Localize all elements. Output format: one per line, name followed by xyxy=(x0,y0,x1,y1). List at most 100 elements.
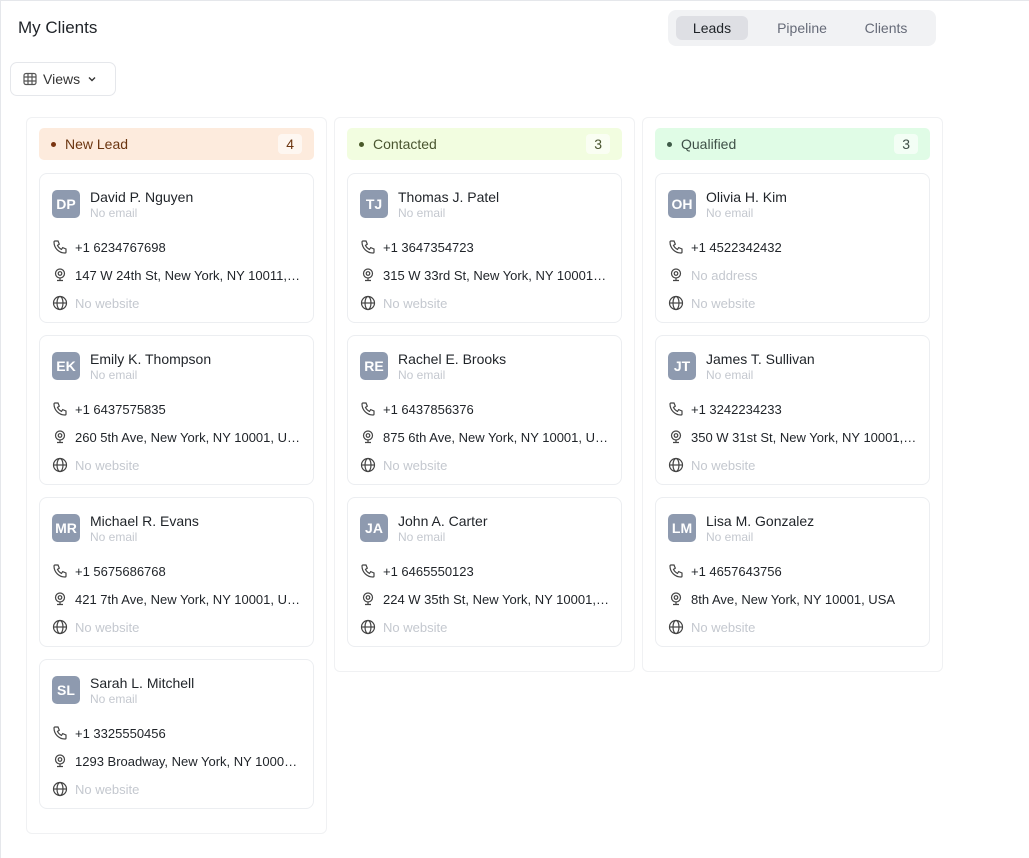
globe-icon xyxy=(360,619,376,635)
avatar: TJ xyxy=(360,190,388,218)
client-name: Michael R. Evans xyxy=(90,513,199,529)
tab-clients[interactable]: Clients xyxy=(844,16,928,40)
client-phone: +1 3647354723 xyxy=(383,239,474,255)
location-icon xyxy=(362,592,374,606)
address-row: 315 W 33rd St, New York, NY 10001, USA xyxy=(360,261,609,289)
client-address: 875 6th Ave, New York, NY 10001, USA xyxy=(383,429,609,445)
website-row: No website xyxy=(52,451,301,479)
client-website: No website xyxy=(383,619,448,635)
client-website: No website xyxy=(383,295,448,311)
address-row: 147 W 24th St, New York, NY 10011, USA xyxy=(52,261,301,289)
status-dot xyxy=(359,141,364,147)
address-row: No address xyxy=(668,261,917,289)
status-dot xyxy=(51,141,56,147)
phone-row: +1 4522342432 xyxy=(668,233,917,261)
location-icon xyxy=(54,430,66,444)
phone-row: +1 3325550456 xyxy=(52,719,301,747)
client-card[interactable]: DP David P. Nguyen No email +1 623476769… xyxy=(39,173,314,323)
client-website: No website xyxy=(691,457,756,473)
phone-row: +1 6437856376 xyxy=(360,395,609,423)
client-card[interactable]: RE Rachel E. Brooks No email +1 64378563… xyxy=(347,335,622,485)
avatar: DP xyxy=(52,190,80,218)
address-row: 8th Ave, New York, NY 10001, USA xyxy=(668,585,917,613)
phone-icon xyxy=(361,564,375,578)
client-email: No email xyxy=(706,368,754,382)
client-website: No website xyxy=(75,457,140,473)
client-address: 224 W 35th St, New York, NY 10001, USA xyxy=(383,591,609,607)
website-row: No website xyxy=(52,613,301,641)
phone-icon xyxy=(669,564,683,578)
client-phone: +1 5675686768 xyxy=(75,563,166,579)
globe-icon xyxy=(360,457,376,473)
client-website: No website xyxy=(75,295,140,311)
column-count: 3 xyxy=(894,134,918,154)
website-row: No website xyxy=(360,451,609,479)
client-card[interactable]: MR Michael R. Evans No email +1 56756867… xyxy=(39,497,314,647)
phone-icon xyxy=(53,726,67,740)
address-row: 260 5th Ave, New York, NY 10001, USA xyxy=(52,423,301,451)
client-email: No email xyxy=(90,368,138,382)
client-email: No email xyxy=(90,530,138,544)
address-row: 350 W 31st St, New York, NY 10001, USA xyxy=(668,423,917,451)
client-phone: +1 4657643756 xyxy=(691,563,782,579)
location-icon xyxy=(54,592,66,606)
column-count: 4 xyxy=(278,134,302,154)
tab-leads[interactable]: Leads xyxy=(676,16,748,40)
website-row: No website xyxy=(360,613,609,641)
avatar: JA xyxy=(360,514,388,542)
globe-icon xyxy=(668,295,684,311)
location-icon xyxy=(670,592,682,606)
client-address: No address xyxy=(691,267,758,283)
client-card[interactable]: JT James T. Sullivan No email +1 3242234… xyxy=(655,335,930,485)
globe-icon xyxy=(668,619,684,635)
views-dropdown[interactable]: Views xyxy=(10,62,116,96)
client-website: No website xyxy=(691,619,756,635)
client-name: Olivia H. Kim xyxy=(706,189,787,205)
client-phone: +1 3242234233 xyxy=(691,401,782,417)
client-card[interactable]: EK Emily K. Thompson No email +1 6437575… xyxy=(39,335,314,485)
client-card[interactable]: TJ Thomas J. Patel No email +1 364735472… xyxy=(347,173,622,323)
column-qualified: Qualified 3 OH Olivia H. Kim No email +1 … xyxy=(642,117,943,672)
client-name: James T. Sullivan xyxy=(706,351,815,367)
client-card[interactable]: OH Olivia H. Kim No email +1 4522342432 … xyxy=(655,173,930,323)
client-name: Thomas J. Patel xyxy=(398,189,500,205)
location-icon xyxy=(54,268,66,282)
phone-row: +1 4657643756 xyxy=(668,557,917,585)
client-name: John A. Carter xyxy=(398,513,488,529)
phone-icon xyxy=(53,402,67,416)
client-card[interactable]: JA John A. Carter No email +1 6465550123… xyxy=(347,497,622,647)
phone-icon xyxy=(53,240,67,254)
views-label: Views xyxy=(43,71,81,87)
phone-icon xyxy=(361,240,375,254)
globe-icon xyxy=(360,295,376,311)
client-card[interactable]: SL Sarah L. Mitchell No email +1 3325550… xyxy=(39,659,314,809)
address-row: 1293 Broadway, New York, NY 10001, USA xyxy=(52,747,301,775)
client-email: No email xyxy=(398,530,446,544)
globe-icon xyxy=(668,457,684,473)
website-row: No website xyxy=(360,289,609,317)
website-row: No website xyxy=(52,775,301,803)
client-address: 260 5th Ave, New York, NY 10001, USA xyxy=(75,429,301,445)
client-card[interactable]: LM Lisa M. Gonzalez No email +1 46576437… xyxy=(655,497,930,647)
phone-icon xyxy=(53,564,67,578)
address-row: 224 W 35th St, New York, NY 10001, USA xyxy=(360,585,609,613)
avatar: RE xyxy=(360,352,388,380)
avatar: EK xyxy=(52,352,80,380)
tab-pipeline[interactable]: Pipeline xyxy=(760,16,844,40)
column-header: New Lead 4 xyxy=(39,128,314,160)
status-dot xyxy=(667,141,672,147)
column-title: Contacted xyxy=(373,136,437,152)
website-row: No website xyxy=(668,451,917,479)
client-phone: +1 6465550123 xyxy=(383,563,474,579)
phone-row: +1 5675686768 xyxy=(52,557,301,585)
client-website: No website xyxy=(383,457,448,473)
client-phone: +1 6437856376 xyxy=(383,401,474,417)
client-address: 147 W 24th St, New York, NY 10011, USA xyxy=(75,267,301,283)
location-icon xyxy=(54,754,66,768)
client-phone: +1 6234767698 xyxy=(75,239,166,255)
client-email: No email xyxy=(706,530,754,544)
client-website: No website xyxy=(691,295,756,311)
phone-row: +1 6465550123 xyxy=(360,557,609,585)
client-name: Emily K. Thompson xyxy=(90,351,212,367)
phone-row: +1 6437575835 xyxy=(52,395,301,423)
